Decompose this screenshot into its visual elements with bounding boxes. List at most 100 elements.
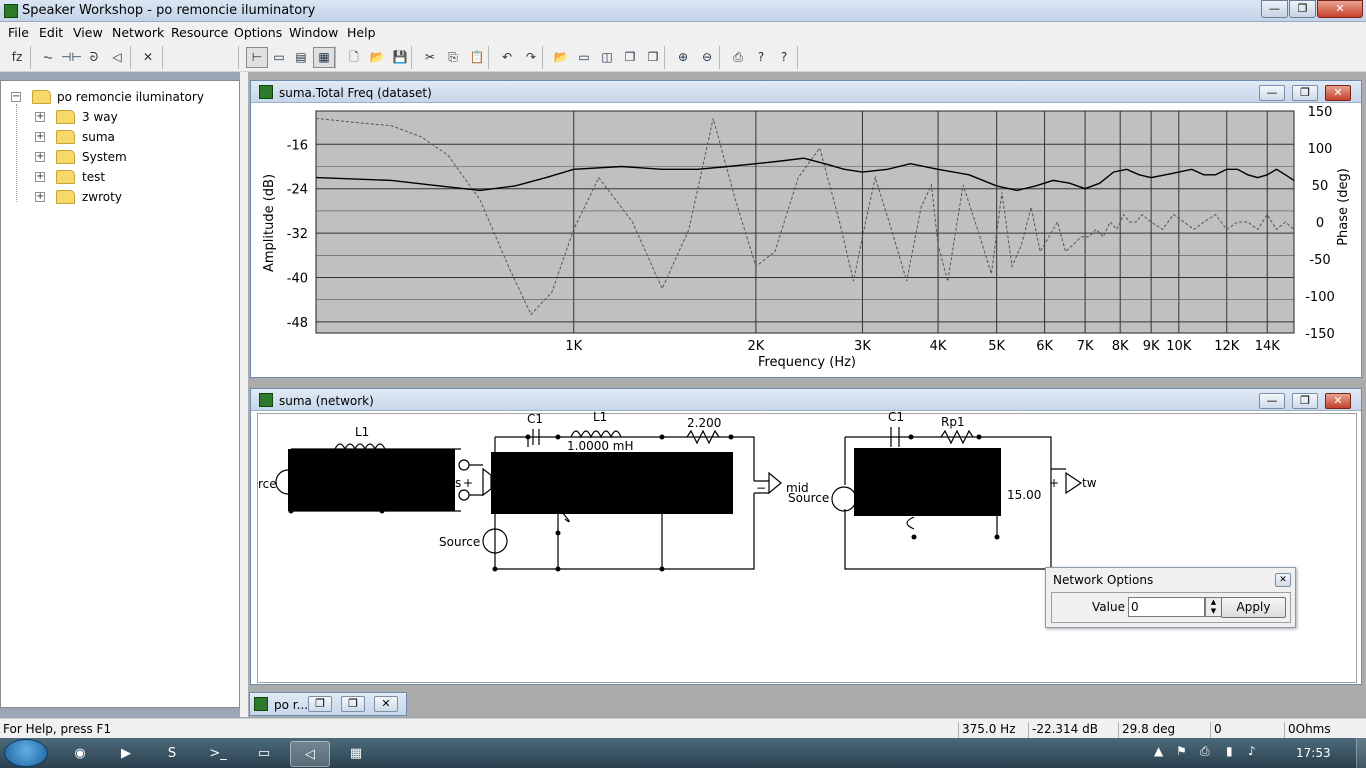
- tree-root[interactable]: − po remoncie iluminatory: [1, 89, 239, 107]
- toolbar-separator: [238, 46, 239, 69]
- restore-button[interactable]: ❐: [1289, 0, 1316, 18]
- chart-restore-button[interactable]: ❐: [1292, 85, 1318, 101]
- save-icon[interactable]: 💾: [389, 47, 411, 68]
- window-icon[interactable]: ▭: [573, 47, 595, 68]
- folder-icon: [56, 130, 75, 144]
- x-tick-label: 2K: [747, 339, 764, 354]
- expand-icon[interactable]: +: [35, 152, 45, 162]
- minimize-button[interactable]: —: [1261, 0, 1288, 18]
- view1-icon[interactable]: ▭: [268, 47, 290, 68]
- tree-item[interactable]: + test: [1, 169, 239, 187]
- tree-item-label: System: [82, 150, 127, 164]
- calculator-icon[interactable]: ▦: [336, 741, 376, 767]
- minimized-window[interactable]: po r... ❐ ❐ ✕: [249, 692, 407, 716]
- chrome-icon[interactable]: ◉: [60, 741, 100, 767]
- view2-icon[interactable]: ▤: [290, 47, 312, 68]
- y-axis-label: Amplitude (dB): [262, 174, 277, 272]
- menu-file[interactable]: File: [8, 25, 29, 40]
- toolbar-separator: [130, 46, 131, 69]
- tree-item[interactable]: + zwroty: [1, 189, 239, 207]
- tree-item[interactable]: + suma: [1, 129, 239, 147]
- console-icon[interactable]: >_: [198, 741, 238, 767]
- tree-item[interactable]: +3 way: [1, 109, 239, 127]
- cut-icon[interactable]: ✂: [419, 47, 441, 68]
- delete-icon[interactable]: ✕: [137, 47, 159, 68]
- y-tick-label: -40: [287, 272, 308, 287]
- chart-close-button[interactable]: ✕: [1325, 85, 1351, 101]
- y2-tick-label: 50: [1312, 179, 1329, 194]
- splitter[interactable]: [240, 72, 248, 717]
- chart-minimize-button[interactable]: —: [1259, 85, 1285, 101]
- chart-window-title: suma.Total Freq (dataset): [279, 86, 432, 100]
- y2-tick-label: -50: [1309, 253, 1330, 268]
- expand-icon[interactable]: +: [35, 132, 45, 142]
- y2-tick-label: 0: [1316, 216, 1324, 231]
- expand-icon[interactable]: +: [35, 192, 45, 202]
- dialog-close-button[interactable]: ✕: [1275, 573, 1291, 587]
- volume-icon[interactable]: ♪: [1248, 744, 1256, 758]
- apply-button[interactable]: Apply: [1221, 597, 1286, 618]
- label-resistor-value: 2.200: [687, 416, 721, 430]
- minimized-restore-button[interactable]: ❐: [308, 696, 332, 712]
- paste-icon[interactable]: 📋: [466, 47, 488, 68]
- menu-edit[interactable]: Edit: [39, 25, 63, 40]
- label-l1b: L1: [593, 410, 607, 424]
- function-icon[interactable]: fz: [6, 47, 28, 68]
- context-help-icon[interactable]: ?: [773, 47, 795, 68]
- open-icon[interactable]: 📂: [366, 47, 388, 68]
- stack1-icon[interactable]: ❐: [619, 47, 641, 68]
- menu-resource[interactable]: Resource: [171, 25, 228, 40]
- speaker-workshop-icon[interactable]: ◁: [290, 741, 330, 767]
- collapse-icon[interactable]: −: [11, 92, 21, 102]
- speaker-icon[interactable]: ◁: [106, 47, 128, 68]
- undo-icon[interactable]: ↶: [496, 47, 518, 68]
- status-field4: 0: [1210, 722, 1282, 738]
- close-button[interactable]: ✕: [1317, 0, 1363, 18]
- explorer-icon[interactable]: ▭: [244, 741, 284, 767]
- skype-icon[interactable]: S: [152, 741, 192, 767]
- tray-expand-icon[interactable]: ▲: [1154, 744, 1163, 758]
- menu-options[interactable]: Options: [234, 25, 282, 40]
- zoom-out-icon[interactable]: ⊖: [696, 47, 718, 68]
- media-player-icon[interactable]: ▶: [106, 741, 146, 767]
- flag-icon[interactable]: ⚑: [1176, 744, 1187, 758]
- source-right: [831, 486, 857, 512]
- value-spinner[interactable]: ▲ ▼: [1205, 597, 1222, 617]
- minimized-maximize-button[interactable]: ❐: [341, 696, 365, 712]
- new-icon[interactable]: 🗋: [343, 47, 365, 68]
- folder-icon: [56, 170, 75, 184]
- network-icon[interactable]: ⎙: [1200, 744, 1210, 759]
- capacitor-icon[interactable]: ⊣⊢: [60, 47, 82, 68]
- value-input[interactable]: [1128, 597, 1205, 617]
- show-desktop-button[interactable]: [1356, 738, 1366, 768]
- minimized-close-button[interactable]: ✕: [374, 696, 398, 712]
- tree-item[interactable]: + System: [1, 149, 239, 167]
- resistor-icon[interactable]: ⏦: [37, 47, 59, 68]
- expand-icon[interactable]: +: [35, 112, 45, 122]
- redo-icon[interactable]: ↷: [520, 47, 542, 68]
- expand-icon[interactable]: +: [35, 172, 45, 182]
- stack2-icon[interactable]: ❐: [642, 47, 664, 68]
- zoom-in-icon[interactable]: ⊕: [672, 47, 694, 68]
- inductor-icon[interactable]: ᘐ: [83, 47, 105, 68]
- menu-view[interactable]: View: [73, 25, 103, 40]
- chart-icon[interactable]: ◫: [596, 47, 618, 68]
- start-button[interactable]: [4, 739, 48, 767]
- menu-window[interactable]: Window: [289, 25, 338, 40]
- copy-icon[interactable]: ⎘: [442, 47, 464, 68]
- help-icon[interactable]: ?: [750, 47, 772, 68]
- inductor-l1b: [570, 430, 622, 439]
- menu-help[interactable]: Help: [347, 25, 376, 40]
- folder-icon: [56, 190, 75, 204]
- x-tick-label: 8K: [1112, 339, 1129, 354]
- print-icon[interactable]: ⎙: [727, 47, 749, 68]
- select-icon[interactable]: ⊢: [246, 47, 268, 68]
- inductor-l1: [334, 443, 386, 451]
- toolbar-separator: [719, 46, 720, 69]
- toolbar-separator: [542, 46, 543, 69]
- menu-network[interactable]: Network: [112, 25, 164, 40]
- open2-icon[interactable]: 📂: [550, 47, 572, 68]
- signal-icon[interactable]: ▮: [1226, 744, 1233, 758]
- toolbar-separator: [30, 46, 31, 69]
- view3-icon[interactable]: ▦: [313, 47, 335, 68]
